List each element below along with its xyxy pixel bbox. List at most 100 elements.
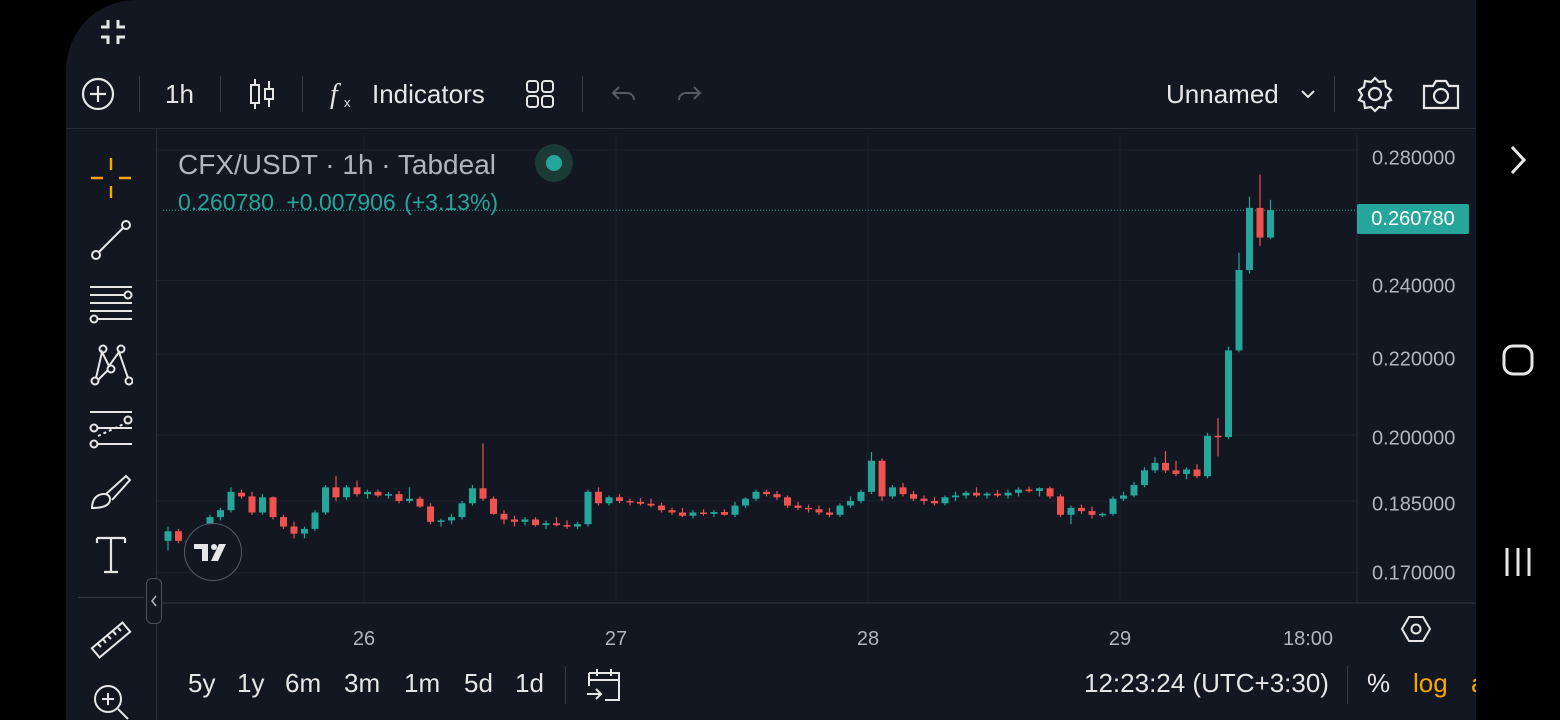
- clock-timezone[interactable]: 12:23:24 (UTC+3:30): [1084, 668, 1329, 699]
- prediction-icon[interactable]: [88, 405, 134, 451]
- candle-up: [343, 487, 350, 498]
- candle-up: [227, 491, 235, 511]
- legend-change: +0.007906: [286, 189, 396, 215]
- range-1m[interactable]: 1m: [404, 668, 440, 699]
- time-axis-label: 18:00: [1282, 628, 1334, 650]
- candle-up: [1151, 462, 1159, 471]
- candle-down: [595, 491, 602, 504]
- home-icon[interactable]: [1476, 340, 1560, 380]
- candle-up: [752, 491, 760, 499]
- log-scale-toggle[interactable]: log: [1413, 668, 1448, 699]
- candle-up: [889, 487, 896, 497]
- candle-up: [1267, 210, 1274, 238]
- candle-up: [1235, 270, 1243, 351]
- go-to-date-icon[interactable]: [585, 666, 625, 709]
- time-axis-label: 26: [352, 628, 376, 650]
- candle-up: [1246, 207, 1253, 271]
- interval-button[interactable]: 1h: [165, 60, 194, 128]
- indicators-button[interactable]: Indicators: [372, 60, 485, 128]
- candle-down: [899, 487, 907, 495]
- price-axis-label: 0.280000: [1372, 147, 1456, 170]
- price-axis-label: 0.185000: [1372, 493, 1456, 516]
- candle-up: [605, 497, 613, 504]
- layout-name[interactable]: Unnamed: [1166, 60, 1279, 128]
- camera-icon[interactable]: [1421, 60, 1461, 128]
- text-icon[interactable]: [88, 531, 134, 577]
- collapse-toolbar-icon[interactable]: [146, 578, 162, 624]
- candle-up: [857, 491, 865, 501]
- chart-area[interactable]: CFX/USDT · 1h · Tabdeal 0.260780 +0.0079…: [157, 129, 1476, 720]
- candle-down: [805, 507, 812, 510]
- settings-icon[interactable]: [1356, 60, 1394, 128]
- candle-down: [1193, 469, 1201, 477]
- candle-up: [542, 523, 550, 526]
- chevron-right-icon[interactable]: [1476, 140, 1560, 180]
- candle-up: [1067, 507, 1075, 515]
- price-axis-label: 0.200000: [1372, 427, 1456, 450]
- candle-down: [490, 498, 497, 514]
- undo-icon[interactable]: [609, 60, 639, 128]
- range-6m[interactable]: 6m: [285, 668, 321, 699]
- time-axis-label: 27: [604, 628, 628, 650]
- candles-icon[interactable]: [248, 60, 276, 128]
- candle-down: [826, 512, 833, 515]
- price-axis-label: 0.240000: [1372, 275, 1456, 298]
- candle-up: [259, 497, 266, 513]
- candle-down: [1172, 470, 1180, 474]
- minimize-icon[interactable]: [96, 15, 130, 49]
- candle-down: [1025, 489, 1033, 492]
- candle-up: [406, 498, 413, 501]
- add-symbol-icon[interactable]: [80, 60, 116, 128]
- templates-icon[interactable]: [524, 60, 556, 128]
- candle-up: [311, 512, 319, 529]
- candle-up: [574, 524, 581, 527]
- market-status-icon[interactable]: [535, 144, 573, 182]
- redo-icon[interactable]: [674, 60, 704, 128]
- axis-settings-icon[interactable]: [1400, 613, 1432, 650]
- brush-icon[interactable]: [88, 469, 134, 515]
- pattern-icon[interactable]: [88, 342, 134, 388]
- candle-down: [1256, 207, 1264, 238]
- candle-down: [290, 526, 298, 534]
- candle-up: [1015, 489, 1022, 493]
- candle-down: [1162, 462, 1169, 471]
- recents-icon[interactable]: [1476, 542, 1560, 582]
- ruler-icon[interactable]: [88, 617, 134, 663]
- candle-up: [1130, 485, 1138, 496]
- candle-down: [353, 487, 361, 495]
- candle-down: [1088, 511, 1096, 515]
- zoom-in-icon[interactable]: [88, 679, 134, 720]
- fx-icon[interactable]: fx: [328, 60, 358, 128]
- trend-line-icon[interactable]: [88, 217, 134, 263]
- candle-down: [427, 506, 434, 522]
- candle-up: [952, 495, 959, 498]
- range-1d[interactable]: 1d: [515, 668, 544, 699]
- candle-down: [175, 531, 182, 541]
- candle-down: [332, 487, 340, 498]
- candle-down: [479, 488, 487, 499]
- candle-up: [1225, 350, 1232, 438]
- percent-scale-toggle[interactable]: %: [1367, 668, 1390, 699]
- candle-up: [322, 487, 329, 513]
- candle-down: [238, 492, 245, 497]
- candle-up: [217, 510, 224, 518]
- range-5y[interactable]: 5y: [188, 668, 215, 699]
- fib-levels-icon[interactable]: [88, 280, 134, 326]
- candle-down: [994, 493, 1001, 496]
- candle-up: [469, 488, 476, 504]
- chevron-down-icon[interactable]: [1298, 60, 1318, 128]
- candle-up: [983, 493, 991, 496]
- candle-up: [1004, 492, 1012, 496]
- symbol-title[interactable]: CFX/USDT · 1h · Tabdeal: [178, 149, 496, 181]
- range-5d[interactable]: 5d: [464, 668, 493, 699]
- candle-down: [721, 512, 728, 515]
- candle-down: [794, 505, 802, 508]
- candle-down: [784, 497, 791, 506]
- range-1y[interactable]: 1y: [237, 668, 264, 699]
- crosshair-icon[interactable]: [88, 155, 134, 201]
- candle-up: [868, 460, 875, 492]
- tradingview-logo[interactable]: [184, 523, 242, 581]
- candle-up: [1141, 470, 1148, 486]
- range-3m[interactable]: 3m: [344, 668, 380, 699]
- candle-down: [616, 497, 623, 501]
